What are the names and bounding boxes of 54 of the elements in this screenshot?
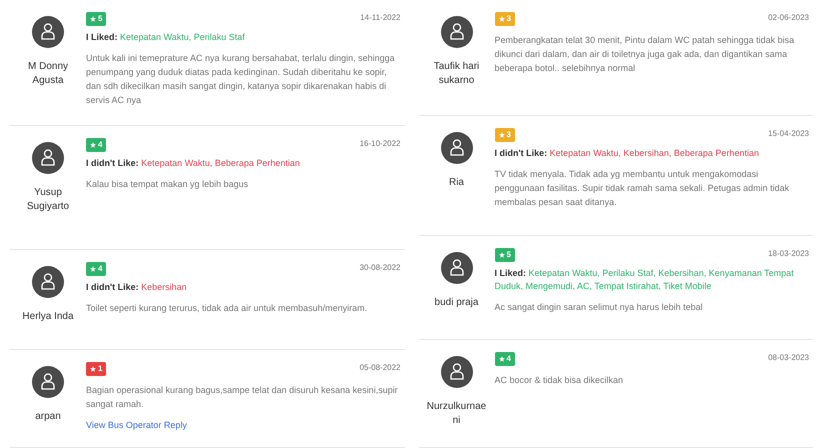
review-date: 08-03-2023 — [768, 352, 809, 364]
user-avatar-icon — [32, 16, 64, 48]
reviewer-name: Taufik hari sukarno — [432, 60, 480, 88]
feedback-tags: I didn't Like: Ketepatan Waktu, Beberapa Perhentian — [86, 157, 400, 170]
rating-badge: 4 — [494, 352, 515, 366]
user-avatar-icon — [32, 142, 64, 174]
review-date: 02-06-2023 — [768, 12, 809, 24]
star-icon — [498, 252, 504, 258]
review-date: 18-03-2023 — [768, 248, 809, 260]
feedback-tags: I didn't Like: Kebersihan — [86, 281, 400, 294]
rating-badge: 1 — [86, 362, 106, 376]
star-icon — [90, 142, 96, 148]
rating-badge: 5 — [494, 248, 515, 262]
rating-badge: 5 — [86, 12, 106, 26]
user-avatar-icon — [32, 366, 64, 398]
feedback-tags: I Liked: Ketepatan Waktu, Perilaku Staf, Kebersihan, Kenyamanan Tempat Duduk, Mengemudi, AC, Tempat Istirahat, Tiket Mobile — [494, 267, 809, 293]
review-text: Ac sangat dingin saran selimut nya harus lebih tebal — [494, 301, 704, 314]
rating-badge: 3 — [494, 128, 515, 142]
rating-badge: 4 — [86, 262, 106, 276]
reviewer-name: arpan — [34, 410, 62, 424]
review-text: TV tidak menyala. Tidak ada yg membantu untuk mengakomodasi penggunaan fasilitas. Supir tidak ramah sama sekali. Petugas admin tidak membalas pesan saat ditanya. — [494, 168, 790, 209]
rating-badge: 3 — [494, 12, 515, 26]
review-date: 30-08-2022 — [360, 262, 400, 274]
review-date: 15-04-2023 — [768, 128, 809, 140]
reviewer-name: budi praja — [434, 296, 480, 310]
user-avatar-icon — [440, 16, 472, 48]
reviewer-name: Nurzulkurnaeni — [426, 400, 488, 428]
star-icon — [498, 356, 504, 362]
review-text: AC bocor & tidak bisa dikecilkan — [494, 374, 624, 387]
star-icon — [498, 132, 504, 138]
star-icon — [498, 16, 504, 22]
feedback-tags: I Liked: Ketepatan Waktu, Perilaku Staf — [86, 31, 400, 44]
review-date: 14-11-2022 — [360, 12, 400, 24]
reviewer-name: Yusup Sugiyarto — [26, 186, 70, 214]
star-icon — [90, 16, 96, 22]
reviewer-name: Herlya Inda — [21, 310, 75, 324]
star-icon — [90, 366, 96, 372]
review-text: Pemberangkatan telat 30 menit, Pintu dalam WC patah sehingga tidak bisa dikunci dari dalam, dan air di toiletnya juga gak ada, dan digantikan sama beberapa botol.. selebihnya normal — [494, 34, 796, 75]
rating-badge: 4 — [86, 138, 106, 152]
feedback-tags: I didn't Like: Ketepatan Waktu, Kebersihan, Beberapa Perhentian — [494, 147, 809, 160]
operator-reply-link[interactable]: View Bus Operator Reply — [86, 419, 400, 432]
review-date: 16-10-2022 — [360, 138, 400, 150]
user-avatar-icon — [440, 252, 472, 284]
review-text: Kalau bisa tempat makan yg lebih bagus — [86, 178, 250, 191]
review-text: Bagian operasional kurang bagus,sampe telat dan disuruh kesana kesini,supir sangat ramah. — [86, 384, 399, 411]
user-avatar-icon — [440, 132, 472, 164]
user-avatar-icon — [32, 266, 64, 298]
reviewer-name: Ria — [448, 176, 465, 190]
star-icon — [90, 266, 96, 272]
review-text: Toilet seperti kurang terurus, tidak ada air untuk membasuh/menyiram. — [86, 302, 368, 315]
review-date: 05-08-2022 — [360, 362, 400, 374]
reviewer-name: M Donny Agusta — [26, 60, 69, 88]
user-avatar-icon — [440, 356, 472, 388]
review-text: Untuk kali ini temeprature AC nya kurang bersahabat, terlalu dingin, sehingga penumpang yang duduk diatas pada kedinginan. Sudah diberitahu ke sopir, dan sdh dikecilkan masih sangat dingin, katanya sopir dikarenakan habis di servis AC nya — [86, 52, 396, 107]
